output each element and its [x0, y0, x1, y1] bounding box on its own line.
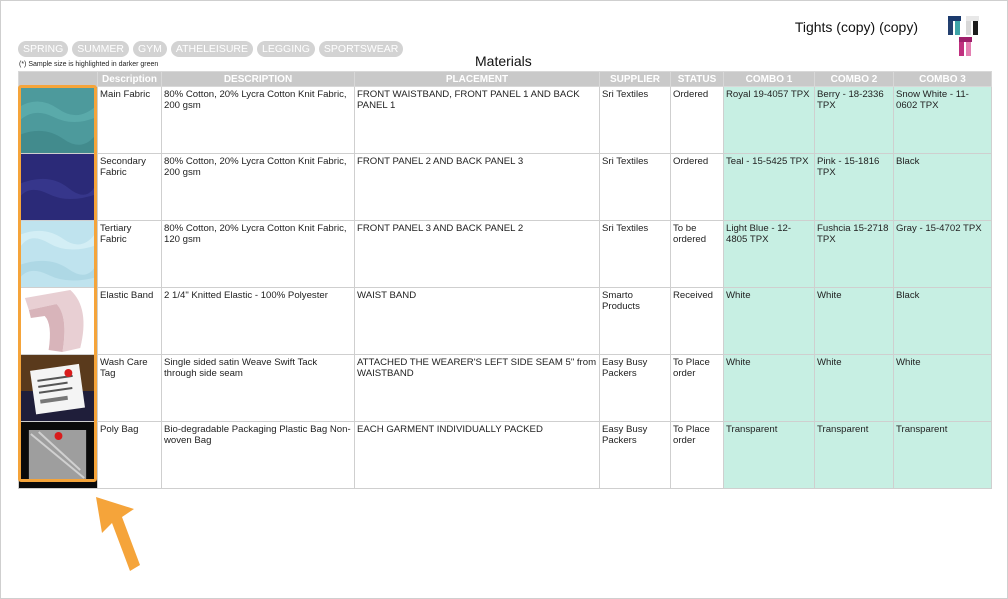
- column-header-image: [18, 71, 98, 87]
- elastic-band-photo: [19, 288, 97, 354]
- material-name: Tertiary Fabric: [97, 220, 162, 288]
- combo-1-value: Royal 19-4057 TPX: [723, 86, 815, 154]
- material-description: Bio-degradable Packaging Plastic Bag Non…: [161, 421, 355, 489]
- combo-2-value: Transparent: [814, 421, 894, 489]
- tights-thumbnail-blue: [948, 16, 961, 35]
- combo-3-value: Gray - 15-4702 TPX: [893, 220, 992, 288]
- material-name: Main Fabric: [97, 86, 162, 154]
- combo-1-value: Light Blue - 12-4805 TPX: [723, 220, 815, 288]
- column-header-name: Description: [97, 71, 162, 87]
- column-header-combo-2: COMBO 2: [814, 71, 894, 87]
- combo-2-value: Pink - 15-1816 TPX: [814, 153, 894, 221]
- material-status: Ordered: [670, 86, 724, 154]
- table-row[interactable]: Elastic Band 2 1/4" Knitted Elastic - 10…: [18, 287, 992, 355]
- material-placement: WAIST BAND: [354, 287, 600, 355]
- material-description: 80% Cotton, 20% Lycra Cotton Knit Fabric…: [161, 153, 355, 221]
- material-supplier: Sri Textiles: [599, 220, 671, 288]
- table-row[interactable]: Secondary Fabric 80% Cotton, 20% Lycra C…: [18, 153, 992, 221]
- pointer-arrow-icon: [96, 497, 140, 571]
- combo-3-value: Transparent: [893, 421, 992, 489]
- material-supplier: Smarto Products: [599, 287, 671, 355]
- combo-3-value: Black: [893, 153, 992, 221]
- material-placement: EACH GARMENT INDIVIDUALLY PACKED: [354, 421, 600, 489]
- material-supplier: Easy Busy Packers: [599, 421, 671, 489]
- material-description: Single sided satin Weave Swift Tack thro…: [161, 354, 355, 422]
- tag-summer[interactable]: SUMMER: [72, 41, 129, 57]
- material-status: Received: [670, 287, 724, 355]
- tights-thumbnails[interactable]: [946, 15, 986, 59]
- tag-sportswear[interactable]: SPORTSWEAR: [318, 41, 404, 57]
- combo-3-value: Snow White - 11-0602 TPX: [893, 86, 992, 154]
- combo-1-value: Transparent: [723, 421, 815, 489]
- material-status: To be ordered: [670, 220, 724, 288]
- combo-1-value: White: [723, 287, 815, 355]
- tights-thumbnail-white: [966, 16, 979, 35]
- material-name: Wash Care Tag: [97, 354, 162, 422]
- tag-atheleisure[interactable]: ATHELEISURE: [170, 41, 254, 57]
- table-row[interactable]: Tertiary Fabric 80% Cotton, 20% Lycra Co…: [18, 220, 992, 288]
- combo-1-value: White: [723, 354, 815, 422]
- table-header-row: Description DESCRIPTION PLACEMENT SUPPLI…: [18, 71, 992, 87]
- material-description: 80% Cotton, 20% Lycra Cotton Knit Fabric…: [161, 86, 355, 154]
- column-header-combo-3: COMBO 3: [893, 71, 992, 87]
- teal-fabric-swatch: [19, 87, 97, 153]
- light-blue-fabric-swatch: [19, 221, 97, 287]
- material-status: Ordered: [670, 153, 724, 221]
- table-row[interactable]: Main Fabric 80% Cotton, 20% Lycra Cotton…: [18, 86, 992, 154]
- material-description: 2 1/4" Knitted Elastic - 100% Polyester: [161, 287, 355, 355]
- column-header-placement: PLACEMENT: [354, 71, 600, 87]
- material-image-cell[interactable]: [18, 153, 98, 221]
- column-header-description: DESCRIPTION: [161, 71, 355, 87]
- tights-thumbnail-pink: [959, 37, 972, 56]
- section-title: Materials: [475, 53, 532, 69]
- material-image-cell[interactable]: [18, 86, 98, 154]
- column-header-combo-1: COMBO 1: [723, 71, 815, 87]
- tag-spring[interactable]: SPRING: [18, 41, 69, 57]
- navy-fabric-swatch: [19, 154, 97, 220]
- table-row[interactable]: Wash Care Tag Single sided satin Weave S…: [18, 354, 992, 422]
- combo-2-value: White: [814, 287, 894, 355]
- material-image-cell[interactable]: [18, 220, 98, 288]
- sample-size-note: (*) Sample size is highlighted in darker…: [19, 61, 159, 68]
- combo-3-value: Black: [893, 287, 992, 355]
- tag-legging[interactable]: LEGGING: [257, 41, 315, 57]
- material-supplier: Sri Textiles: [599, 86, 671, 154]
- combo-1-value: Teal - 15-5425 TPX: [723, 153, 815, 221]
- material-status: To Place order: [670, 421, 724, 489]
- material-name: Poly Bag: [97, 421, 162, 489]
- column-header-supplier: SUPPLIER: [599, 71, 671, 87]
- column-header-status: STATUS: [670, 71, 724, 87]
- combo-3-value: White: [893, 354, 992, 422]
- wash-care-tag-photo: [19, 355, 97, 421]
- poly-bag-photo: [19, 422, 97, 488]
- material-placement: ATTACHED THE WEARER'S LEFT SIDE SEAM 5" …: [354, 354, 600, 422]
- material-placement: FRONT PANEL 3 AND BACK PANEL 2: [354, 220, 600, 288]
- material-image-cell[interactable]: [18, 421, 98, 489]
- material-description: 80% Cotton, 20% Lycra Cotton Knit Fabric…: [161, 220, 355, 288]
- material-placement: FRONT PANEL 2 AND BACK PANEL 3: [354, 153, 600, 221]
- material-supplier: Easy Busy Packers: [599, 354, 671, 422]
- table-row[interactable]: Poly Bag Bio-degradable Packaging Plasti…: [18, 421, 992, 489]
- material-image-cell[interactable]: [18, 287, 98, 355]
- material-supplier: Sri Textiles: [599, 153, 671, 221]
- combo-2-value: White: [814, 354, 894, 422]
- material-name: Secondary Fabric: [97, 153, 162, 221]
- combo-2-value: Berry - 18-2336 TPX: [814, 86, 894, 154]
- material-placement: FRONT WAISTBAND, FRONT PANEL 1 AND BACK …: [354, 86, 600, 154]
- material-status: To Place order: [670, 354, 724, 422]
- style-name: Tights (copy) (copy): [794, 19, 918, 35]
- combo-2-value: Fushcia 15-2718 TPX: [814, 220, 894, 288]
- tag-gym[interactable]: GYM: [132, 41, 167, 57]
- tag-list: SPRING SUMMER GYM ATHELEISURE LEGGING SP…: [18, 41, 404, 57]
- material-name: Elastic Band: [97, 287, 162, 355]
- materials-table: Description DESCRIPTION PLACEMENT SUPPLI…: [18, 71, 992, 489]
- material-image-cell[interactable]: [18, 354, 98, 422]
